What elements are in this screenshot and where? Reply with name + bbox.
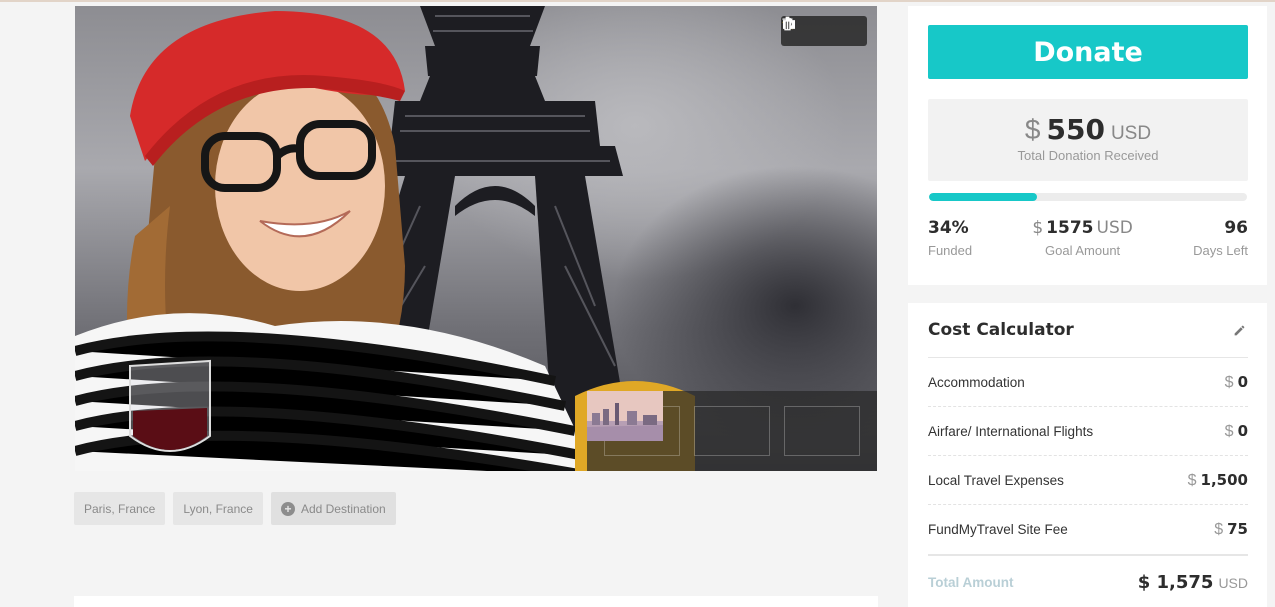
goal-currency-code: USD — [1096, 218, 1133, 238]
days-left-value: 96 — [1224, 218, 1248, 238]
cost-calculator-header: Cost Calculator — [928, 303, 1248, 358]
trip-cover-photo — [75, 6, 877, 471]
delete-photo-button[interactable] — [782, 16, 861, 42]
destination-label: Paris, France — [84, 501, 156, 516]
funded-value: 34% — [928, 218, 969, 238]
add-destination-button[interactable]: + Add Destination — [270, 492, 396, 525]
funding-progress-bar — [929, 193, 1247, 201]
funding-stats: 34% Funded $ 1575 USD Goal Amount 96 Day… — [928, 218, 1248, 258]
donation-panel: Donate $ 550 USD Total Donation Received… — [908, 6, 1267, 285]
currency-symbol: $ — [1024, 114, 1041, 145]
funded-label: Funded — [928, 243, 973, 258]
goal-label: Goal Amount — [1045, 243, 1121, 258]
cost-item-amount: 0 — [1237, 421, 1248, 440]
trash-icon — [782, 16, 793, 31]
cost-calculator-panel: Cost Calculator Accommodation $0 Airfare… — [908, 303, 1267, 607]
destination-chip[interactable]: Paris, France — [74, 492, 166, 525]
cost-currency-symbol: $ — [1224, 373, 1234, 391]
total-amount-label: Total Amount — [928, 575, 1014, 590]
cost-items: Accommodation $0 Airfare/ International … — [928, 358, 1248, 607]
total-currency-code: USD — [1218, 575, 1248, 591]
currency-code: USD — [1110, 123, 1152, 144]
thumbnail-lyon-river[interactable] — [587, 391, 770, 456]
total-amount-value: $ 1,575 — [1137, 572, 1214, 593]
days-left-label: Days Left — [1193, 243, 1248, 258]
donate-button[interactable]: Donate — [928, 25, 1248, 79]
goal-value: 1575 — [1046, 218, 1094, 238]
cost-currency-symbol: $ — [1187, 471, 1197, 489]
cost-row-accommodation: Accommodation $0 — [928, 358, 1248, 407]
photo-toolbar — [781, 16, 867, 46]
cost-item-name: Local Travel Expenses — [928, 472, 1064, 488]
change-photo-button[interactable] — [783, 18, 835, 42]
trip-description-card — [74, 596, 878, 607]
cost-row-site-fee: FundMyTravel Site Fee $75 — [928, 505, 1248, 554]
cost-item-name: Accommodation — [928, 374, 1025, 390]
cost-currency-symbol: $ — [1214, 521, 1224, 538]
cost-currency-symbol: $ — [1224, 422, 1234, 440]
thumbnail-city-skyline[interactable] — [587, 391, 860, 456]
total-donation-amount: 550 — [1046, 113, 1105, 146]
cost-row-airfare: Airfare/ International Flights $0 — [928, 407, 1248, 456]
total-donation-label: Total Donation Received — [1017, 148, 1159, 163]
destination-label: Lyon, France — [183, 501, 253, 516]
cost-total-row: Total Amount $ 1,575 USD — [928, 554, 1248, 607]
days-left-stat: 96 Days Left — [1193, 218, 1248, 258]
destination-list: Paris, France Lyon, France + Add Destina… — [74, 492, 396, 525]
funding-progress-fill — [929, 193, 1038, 201]
cost-calculator-title: Cost Calculator — [928, 320, 1074, 340]
goal-stat: $ 1575 USD Goal Amount — [1032, 218, 1132, 258]
cost-item-amount: 75 — [1227, 520, 1248, 538]
funded-stat: 34% Funded — [928, 218, 972, 258]
goal-currency-symbol: $ — [1032, 218, 1044, 238]
cost-item-name: Airfare/ International Flights — [928, 423, 1094, 439]
photo-thumbnail-strip — [587, 391, 877, 471]
add-destination-label: Add Destination — [300, 501, 386, 516]
total-donation-box: $ 550 USD Total Donation Received — [928, 99, 1248, 181]
pencil-icon — [1234, 325, 1244, 335]
top-divider — [0, 0, 1275, 2]
cost-item-amount: 0 — [1237, 372, 1248, 391]
cost-row-local-travel: Local Travel Expenses $1,500 — [928, 456, 1248, 505]
edit-costs-button[interactable] — [1230, 321, 1248, 339]
plus-circle-icon: + — [280, 501, 295, 516]
cost-item-name: FundMyTravel Site Fee — [928, 522, 1068, 537]
cost-item-amount: 1,500 — [1200, 470, 1248, 489]
destination-chip[interactable]: Lyon, France — [173, 492, 263, 525]
